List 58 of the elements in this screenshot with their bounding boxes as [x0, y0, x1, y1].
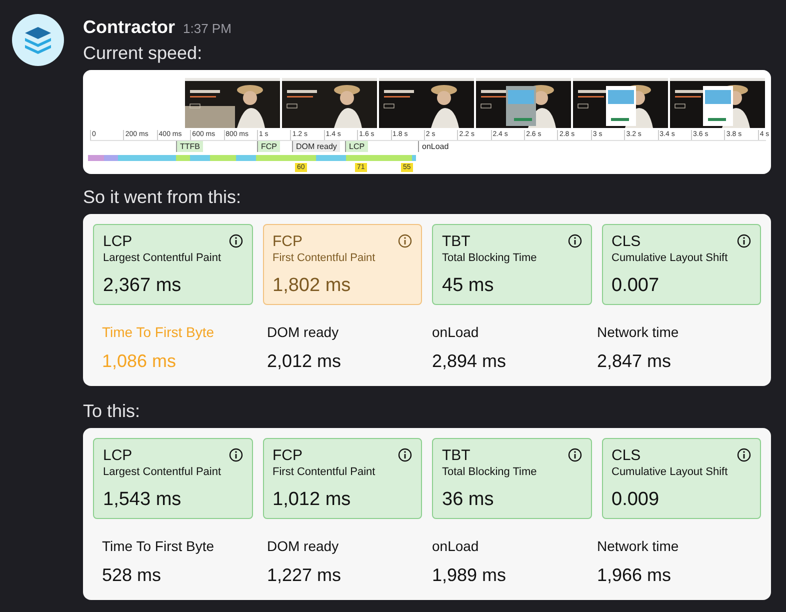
timing-label: DOM ready — [267, 323, 339, 341]
metric-name: First Contentful Paint — [272, 251, 376, 265]
timeline-marker: TTFB — [176, 141, 203, 152]
metric-name: Cumulative Layout Shift — [612, 251, 728, 265]
metric-abbr: FCP — [272, 233, 302, 251]
metric-value: 36 ms — [442, 489, 494, 511]
timing-label: Time To First Byte — [102, 323, 214, 341]
avatar[interactable] — [12, 14, 64, 66]
metric-name: Largest Contentful Paint — [103, 251, 222, 265]
message-text: To this: — [83, 400, 142, 422]
timing-label: Time To First Byte — [102, 537, 214, 555]
info-icon[interactable] — [398, 448, 412, 462]
timing-value: 2,847 ms — [597, 350, 672, 372]
info-icon[interactable] — [228, 234, 242, 248]
timeline-marker: FCP — [257, 141, 280, 152]
timeline-marker: LCP — [345, 141, 368, 152]
metric-abbr: LCP — [103, 233, 132, 251]
timing-label: onLoad — [432, 323, 479, 341]
timing-value: 528 ms — [102, 564, 162, 586]
timing-value: 1,227 ms — [267, 564, 342, 586]
timeline-marker: DOM ready — [292, 141, 340, 152]
metric-abbr: TBT — [442, 233, 470, 251]
timing-label: Network time — [597, 537, 679, 555]
metric-abbr: CLS — [612, 447, 641, 465]
timing-value: 2,894 ms — [432, 350, 506, 372]
metric-abbr: FCP — [272, 447, 302, 465]
metric-name: Total Blocking Time — [442, 251, 537, 265]
message-text: So it went from this: — [83, 186, 242, 208]
metric-name: Cumulative Layout Shift — [612, 465, 728, 479]
timing-label: onLoad — [432, 537, 479, 555]
timing-value: 1,966 ms — [597, 564, 672, 586]
timing-value: 2,012 ms — [267, 350, 342, 372]
metric-abbr: LCP — [103, 447, 132, 465]
timing-value: 1,086 ms — [102, 350, 176, 372]
author-name[interactable]: Contractor — [83, 14, 176, 41]
info-icon[interactable] — [228, 448, 242, 462]
timestamp: 1:37 PM — [183, 20, 232, 38]
metric-value: 1,543 ms — [103, 489, 182, 511]
metric-value: 45 ms — [442, 275, 494, 297]
timing-label: Network time — [597, 323, 679, 341]
metric-value: 1,012 ms — [272, 489, 351, 511]
layers-icon — [22, 24, 54, 56]
metric-name: Total Blocking Time — [442, 465, 537, 479]
timing-label: DOM ready — [267, 537, 339, 555]
info-icon[interactable] — [568, 448, 582, 462]
metric-abbr: TBT — [442, 447, 470, 465]
metric-value: 1,802 ms — [272, 275, 351, 297]
info-icon[interactable] — [737, 448, 751, 462]
metric-value: 0.007 — [612, 275, 660, 297]
metric-value: 2,367 ms — [103, 275, 182, 297]
metric-name: Largest Contentful Paint — [103, 465, 222, 479]
metric-name: First Contentful Paint — [272, 465, 376, 479]
metric-value: 0.009 — [612, 489, 660, 511]
message-text: Current speed: — [83, 42, 204, 64]
timing-value: 1,989 ms — [432, 564, 506, 586]
metric-abbr: CLS — [612, 233, 641, 251]
info-icon[interactable] — [737, 234, 751, 248]
info-icon[interactable] — [568, 234, 582, 248]
